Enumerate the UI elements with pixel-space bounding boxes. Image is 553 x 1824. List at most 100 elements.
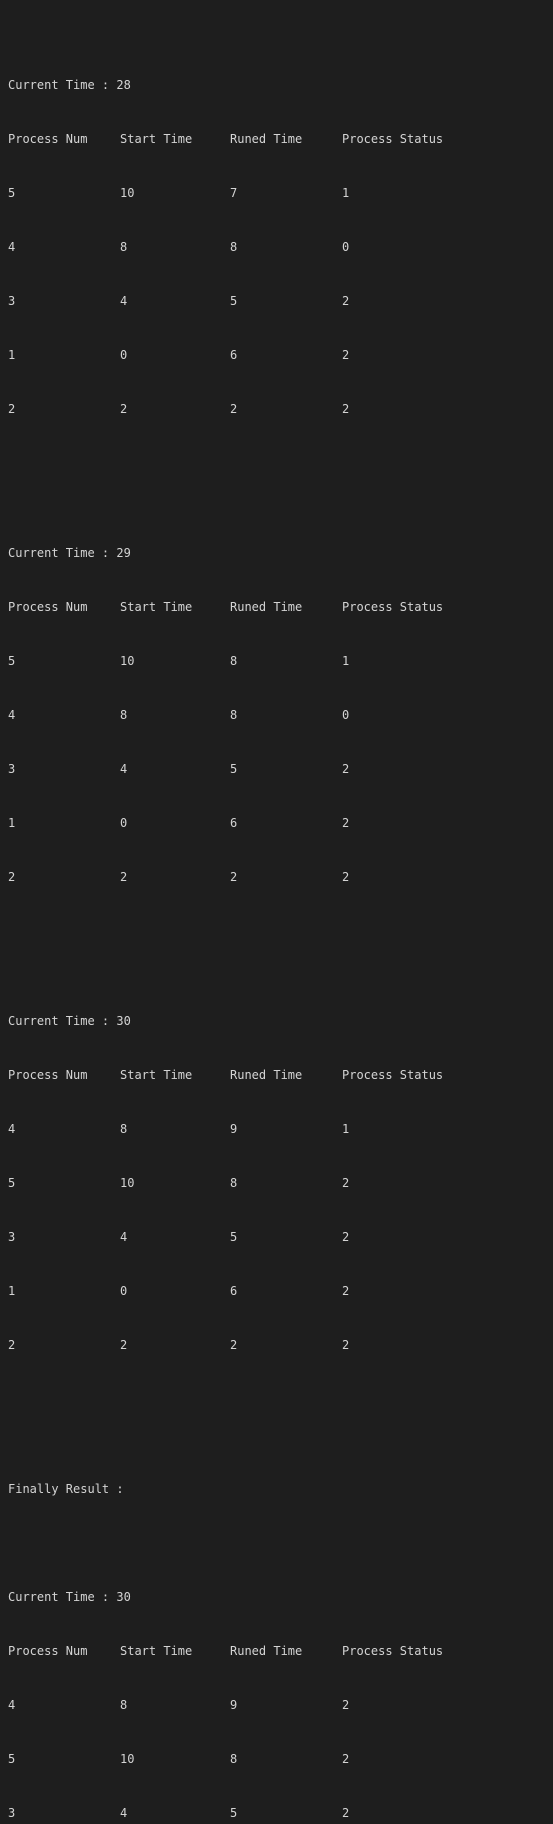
table-row: 2 2 2 2: [8, 400, 553, 418]
cell-process-status: 2: [342, 1284, 350, 1298]
cell-start-time: 0: [120, 816, 128, 830]
current-time-value: 30: [116, 1014, 131, 1028]
table-row: 2 2 2 2: [8, 1336, 553, 1354]
cell-start-time: 0: [120, 348, 128, 362]
cell-start-time: 8: [120, 240, 128, 254]
header-start-time: Start Time: [120, 1068, 193, 1082]
current-time-value: 29: [116, 546, 131, 560]
header-process-num: Process Num: [8, 600, 88, 614]
current-time-label: Current Time :: [8, 1014, 117, 1028]
cell-start-time: 8: [120, 708, 128, 722]
cell-process-status: 2: [342, 1752, 350, 1766]
table-row: 5 10 7 1: [8, 184, 553, 202]
current-time-line: Current Time : 30: [8, 1012, 553, 1030]
table-row: 3 4 5 2: [8, 292, 553, 310]
cell-start-time: 4: [120, 294, 128, 308]
status-table-header: Process Num Start Time Runed Time Process S…: [8, 130, 553, 148]
cell-runed-time: 5: [230, 1230, 238, 1244]
table-row: 3 4 5 2: [8, 760, 553, 778]
cell-start-time: 10: [120, 1176, 135, 1190]
cell-process-status: 2: [342, 1176, 350, 1190]
current-time-label: Current Time :: [8, 78, 117, 92]
cell-process-status: 2: [342, 1338, 350, 1352]
cell-runed-time: 5: [230, 762, 238, 776]
cell-start-time: 10: [120, 1752, 135, 1766]
table-row: 4 8 8 0: [8, 238, 553, 256]
cell-process-num: 3: [8, 294, 16, 308]
table-row: 1062: [8, 1282, 553, 1300]
cell-process-num: 2: [8, 402, 16, 416]
table-row: 3 4 5 2: [8, 1804, 553, 1822]
cell-process-num: 1: [8, 348, 16, 362]
cell-process-status: 1: [342, 186, 350, 200]
cell-process-num: 3: [8, 1806, 16, 1820]
current-time-line: Current Time : 28: [8, 76, 553, 94]
cell-runed-time: 6: [230, 816, 238, 830]
cell-start-time: 4: [120, 1806, 128, 1820]
cell-process-num: 4: [8, 1698, 16, 1712]
cell-process-status: 2: [342, 294, 350, 308]
cell-runed-time: 2: [230, 1338, 238, 1352]
cell-process-num: 5: [8, 186, 16, 200]
header-runed-time: Runed Time: [230, 132, 303, 146]
cell-process-num: 5: [8, 1176, 16, 1190]
cell-runed-time: 8: [230, 1752, 238, 1766]
header-start-time: Start Time: [120, 1644, 193, 1658]
terminal-output[interactable]: Current Time : 28 Process Num Start Time R…: [0, 0, 553, 1820]
header-runed-time: Runed Time: [230, 600, 303, 614]
cell-runed-time: 8: [230, 708, 238, 722]
cell-process-num: 1: [8, 1284, 16, 1298]
cell-process-status: 2: [342, 1698, 350, 1712]
current-time-value: 30: [116, 1590, 131, 1604]
cell-runed-time: 8: [230, 654, 238, 668]
header-process-status: Process Status: [342, 600, 444, 614]
header-process-status: Process Status: [342, 1644, 444, 1658]
cell-start-time: 4: [120, 762, 128, 776]
status-table-header: Process Num Start Time Runed Time Process S…: [8, 1642, 553, 1660]
cell-runed-time: 5: [230, 1806, 238, 1820]
cell-start-time: 8: [120, 1122, 128, 1136]
cell-start-time: 0: [120, 1284, 128, 1298]
cell-runed-time: 2: [230, 402, 238, 416]
cell-process-num: 4: [8, 240, 16, 254]
cell-process-num: 1: [8, 816, 16, 830]
cell-process-num: 4: [8, 708, 16, 722]
cell-runed-time: 9: [230, 1698, 238, 1712]
header-runed-time: Runed Time: [230, 1068, 303, 1082]
cell-process-status: 2: [342, 348, 350, 362]
cell-runed-time: 8: [230, 1176, 238, 1190]
cell-process-status: 1: [342, 654, 350, 668]
cell-start-time: 2: [120, 402, 128, 416]
cell-process-status: 0: [342, 240, 350, 254]
cell-process-num: 4: [8, 1122, 16, 1136]
cell-process-status: 1: [342, 1122, 350, 1136]
header-process-num: Process Num: [8, 132, 88, 146]
table-row: 4 8 8 0: [8, 706, 553, 724]
header-process-status: Process Status: [342, 1068, 444, 1082]
cell-start-time: 2: [120, 870, 128, 884]
cell-start-time: 4: [120, 1230, 128, 1244]
table-row: 5 10 8 2: [8, 1750, 553, 1768]
table-row: 1062: [8, 346, 553, 364]
header-process-num: Process Num: [8, 1068, 88, 1082]
cell-runed-time: 2: [230, 870, 238, 884]
table-row: 1062: [8, 814, 553, 832]
cell-start-time: 10: [120, 186, 135, 200]
header-start-time: Start Time: [120, 600, 193, 614]
cell-process-status: 2: [342, 870, 350, 884]
cell-process-status: 2: [342, 816, 350, 830]
cell-start-time: 8: [120, 1698, 128, 1712]
cell-process-status: 2: [342, 1806, 350, 1820]
status-table-header: Process Num Start Time Runed Time Process S…: [8, 598, 553, 616]
cell-runed-time: 5: [230, 294, 238, 308]
table-row: 3 4 5 2: [8, 1228, 553, 1246]
current-time-line: Current Time : 29: [8, 544, 553, 562]
cell-process-status: 2: [342, 1230, 350, 1244]
table-row: 4 8 9 1: [8, 1120, 553, 1138]
cell-process-num: 3: [8, 1230, 16, 1244]
table-row: 5 10 8 2: [8, 1174, 553, 1192]
cell-process-status: 2: [342, 402, 350, 416]
